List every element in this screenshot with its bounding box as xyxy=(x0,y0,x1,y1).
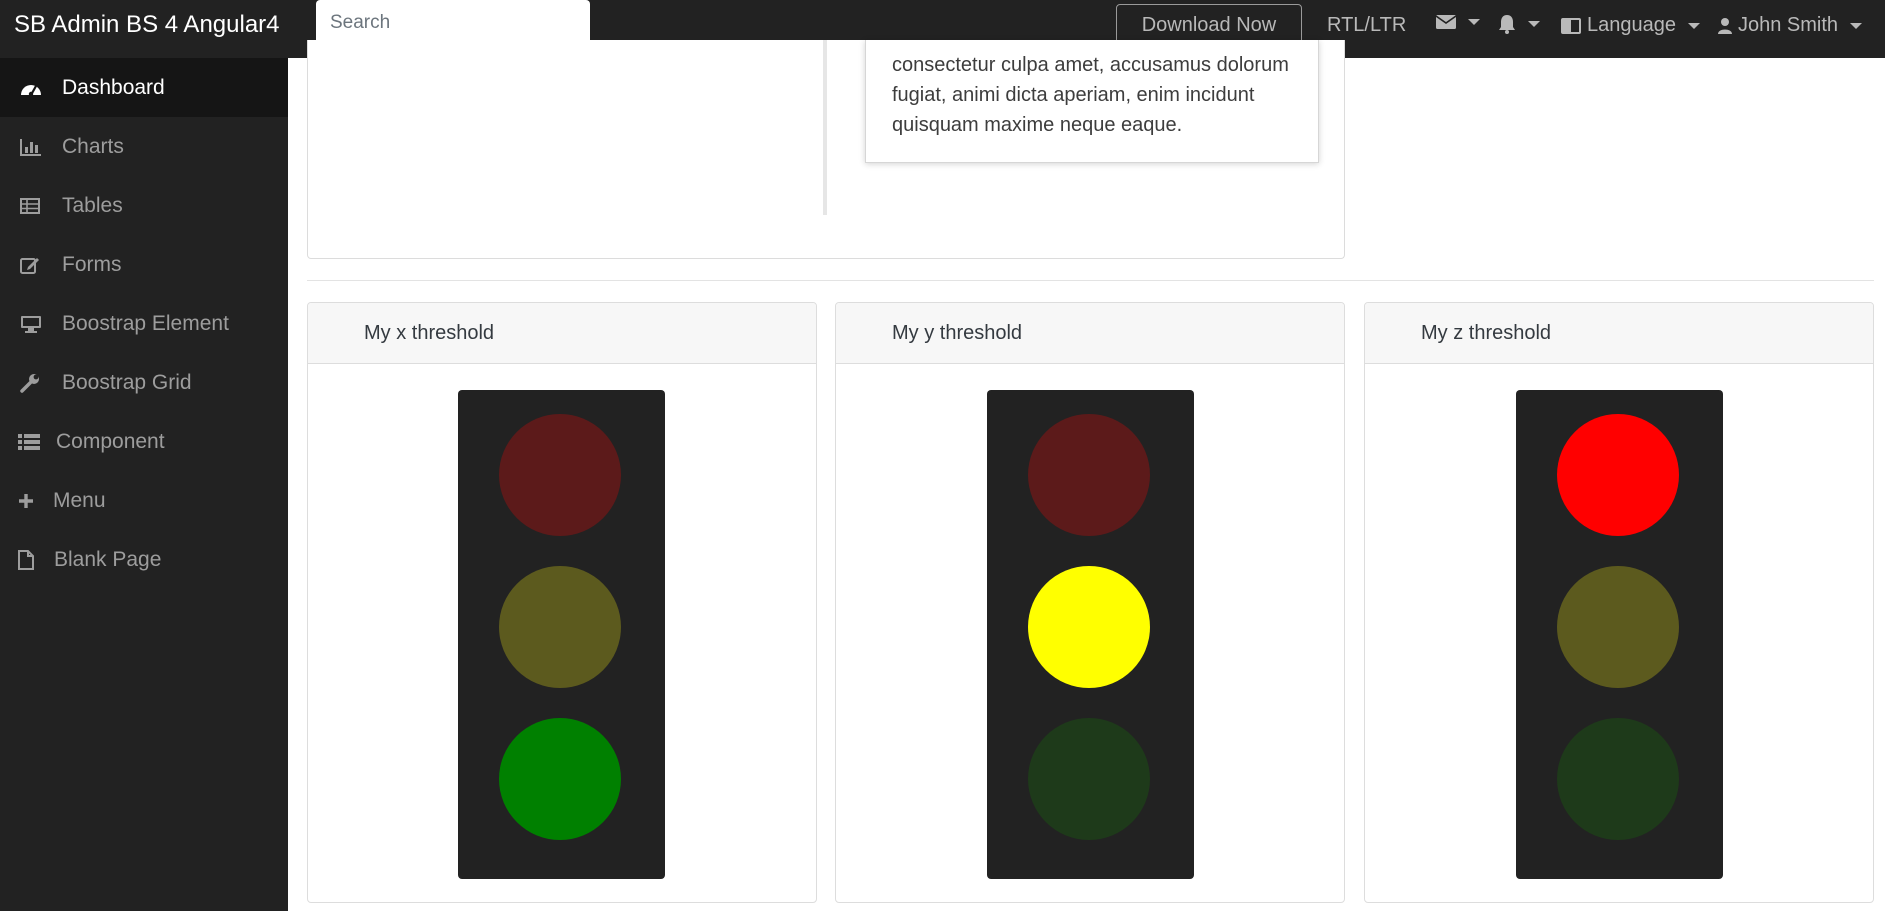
language-dropdown[interactable]: Language xyxy=(1561,14,1700,37)
timeline-line xyxy=(823,40,827,215)
sidebar-item-blank-page[interactable]: Blank Page xyxy=(0,530,288,589)
card-header: My z threshold xyxy=(1365,303,1873,364)
sidebar-item-charts[interactable]: Charts xyxy=(0,117,288,176)
list-icon xyxy=(18,433,40,451)
sidebar-item-label: Dashboard xyxy=(62,75,165,99)
red-lamp xyxy=(499,414,621,536)
user-label: John Smith xyxy=(1738,14,1839,36)
green-lamp xyxy=(1028,718,1150,840)
sidebar-item-label: Menu xyxy=(53,488,106,512)
timeline-text: consectetur culpa amet, accusamus doloru… xyxy=(892,54,1289,136)
card-title: My z threshold xyxy=(1421,321,1552,344)
red-lamp xyxy=(1557,414,1679,536)
threshold-card-x: My x threshold xyxy=(307,302,817,903)
sidebar-item-label: Boostrap Element xyxy=(62,311,229,335)
card-header: My x threshold xyxy=(308,303,816,364)
rtl-ltr-label: RTL/LTR xyxy=(1327,14,1407,36)
divider xyxy=(307,280,1874,281)
sidebar-item-label: Forms xyxy=(62,252,122,276)
card-title: My x threshold xyxy=(364,321,495,344)
green-lamp xyxy=(499,718,621,840)
wrench-icon xyxy=(20,373,40,393)
chevron-down-icon xyxy=(1850,22,1863,29)
language-icon xyxy=(1561,17,1581,35)
sidebar-item-label: Blank Page xyxy=(54,547,162,571)
chevron-down-icon xyxy=(1687,22,1700,29)
chevron-down-icon xyxy=(1468,19,1480,25)
brand-title[interactable]: SB Admin BS 4 Angular4 xyxy=(14,11,280,39)
user-icon xyxy=(1718,17,1732,35)
sidebar-item-tables[interactable]: Tables xyxy=(0,176,288,235)
edit-icon xyxy=(20,256,40,274)
threshold-card-y: My y threshold xyxy=(835,302,1345,903)
sidebar-item-label: Tables xyxy=(62,193,123,217)
user-dropdown[interactable]: John Smith xyxy=(1718,14,1863,37)
envelope-icon xyxy=(1436,14,1456,30)
yellow-lamp xyxy=(1028,566,1150,688)
chevron-down-icon xyxy=(1528,21,1540,27)
traffic-light xyxy=(1516,390,1723,879)
traffic-light xyxy=(458,390,665,879)
alerts-dropdown[interactable] xyxy=(1498,14,1540,34)
sidebar-item-menu[interactable]: Menu xyxy=(0,471,288,530)
card-title: My y threshold xyxy=(892,321,1023,344)
card-header: My y threshold xyxy=(836,303,1344,364)
file-icon xyxy=(18,549,34,570)
sidebar-item-forms[interactable]: Forms xyxy=(0,235,288,294)
sidebar-item-label: Charts xyxy=(62,134,124,158)
desktop-icon xyxy=(20,315,42,333)
sidebar-item-bootstrap-grid[interactable]: Boostrap Grid xyxy=(0,353,288,412)
yellow-lamp xyxy=(499,566,621,688)
threshold-card-z: My z threshold xyxy=(1364,302,1874,903)
traffic-light xyxy=(987,390,1194,879)
sidebar-item-dashboard[interactable]: Dashboard xyxy=(0,58,288,117)
sidebar: Dashboard Charts Tables Forms Boostrap E… xyxy=(0,58,288,911)
language-label: Language xyxy=(1587,14,1676,36)
sidebar-item-component[interactable]: Component xyxy=(0,412,288,471)
sidebar-item-label: Boostrap Grid xyxy=(62,370,192,394)
bell-icon xyxy=(1498,14,1516,34)
messages-dropdown[interactable] xyxy=(1436,14,1480,30)
sidebar-item-label: Component xyxy=(56,429,165,453)
plus-icon xyxy=(18,493,34,509)
table-icon xyxy=(20,197,40,214)
rtl-ltr-toggle[interactable]: RTL/LTR xyxy=(1327,14,1406,37)
bar-chart-icon xyxy=(20,138,42,156)
red-lamp xyxy=(1028,414,1150,536)
sidebar-item-bootstrap-element[interactable]: Boostrap Element xyxy=(0,294,288,353)
green-lamp xyxy=(1557,718,1679,840)
dashboard-icon xyxy=(20,80,42,96)
timeline-panel: consectetur culpa amet, accusamus doloru… xyxy=(865,40,1319,163)
yellow-lamp xyxy=(1557,566,1679,688)
